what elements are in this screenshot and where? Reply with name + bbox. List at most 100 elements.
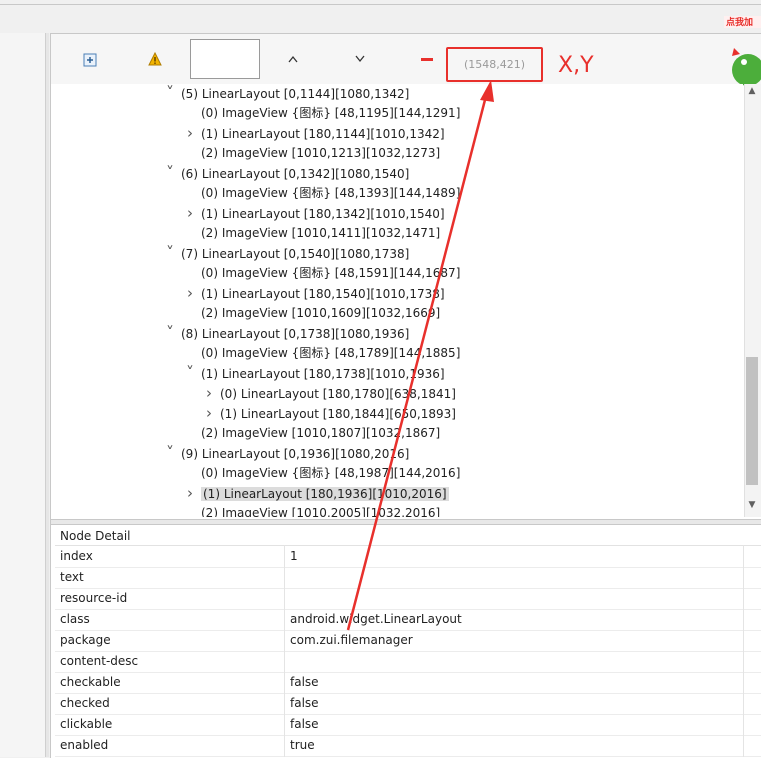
detail-row[interactable]: checkable false <box>55 672 761 694</box>
detail-row[interactable]: package com.zui.filemanager <box>55 630 761 652</box>
detail-value: com.zui.filemanager <box>290 633 413 647</box>
tree-node[interactable]: (2) ImageView [1010,2005][1032,2016] <box>183 503 440 517</box>
next-match-button[interactable] <box>349 48 371 70</box>
detail-value: 1 <box>290 549 298 563</box>
tree-node[interactable]: › (0) LinearLayout [180,1780][638,1841] <box>202 383 456 403</box>
collapse-chevron-icon[interactable]: ˅ <box>163 163 177 183</box>
tree-node[interactable]: (0) ImageView {图标} [48,1987][144,2016] <box>183 463 460 483</box>
tree-node[interactable]: (0) ImageView {图标} [48,1393][144,1489] <box>183 183 460 203</box>
detail-value: false <box>290 675 319 689</box>
detail-key: content-desc <box>60 654 139 668</box>
detail-key: enabled <box>60 738 109 752</box>
detail-value: false <box>290 696 319 710</box>
pane-splitter[interactable] <box>51 519 761 525</box>
ad-text: 点我加 <box>726 18 754 28</box>
tree-node-label: (1) LinearLayout [180,1844][650,1893] <box>220 407 456 421</box>
tree-node-label: (6) LinearLayout [0,1342][1080,1540] <box>181 167 410 181</box>
search-input[interactable] <box>190 39 260 79</box>
expand-all-icon[interactable] <box>79 49 101 71</box>
left-panel <box>0 33 46 757</box>
tree-node-label: (0) ImageView {图标} [48,1591][144,1687] <box>201 266 461 280</box>
detail-row[interactable]: clickable false <box>55 714 761 736</box>
tree-node[interactable]: ˅ (5) LinearLayout [0,1144][1080,1342] <box>163 84 409 103</box>
tree-node[interactable]: ˅ (9) LinearLayout [0,1936][1080,2016] <box>163 443 409 463</box>
scroll-down-icon[interactable]: ▼ <box>744 500 760 514</box>
tree-node-label: (2) ImageView [1010,1213][1032,1273] <box>201 146 441 160</box>
tree-node-label: (0) ImageView {图标} [48,1789][144,1885] <box>201 346 461 360</box>
scrollbar-thumb[interactable] <box>746 357 758 485</box>
expand-chevron-icon[interactable]: › <box>183 483 197 503</box>
annotation-xy-label: X,Y <box>558 53 594 78</box>
detail-key: resource-id <box>60 591 128 605</box>
tree-node-label: (1) LinearLayout [180,1936][1010,2016] <box>201 487 449 501</box>
tree-node-label: (2) ImageView [1010,1411][1032,1471] <box>201 226 441 240</box>
detail-row[interactable]: index 1 <box>55 546 761 568</box>
expand-chevron-icon[interactable]: › <box>183 283 197 303</box>
tree-node-label: (2) ImageView [1010,1609][1032,1669] <box>201 306 441 320</box>
detail-row[interactable]: resource-id <box>55 588 761 610</box>
tree-node[interactable]: › (1) LinearLayout [180,1844][650,1893] <box>202 403 456 423</box>
expand-chevron-icon[interactable]: › <box>183 203 197 223</box>
tree-node-label: (5) LinearLayout [0,1144][1080,1342] <box>181 87 410 101</box>
ui-hierarchy-tree[interactable]: ˅ (5) LinearLayout [0,1144][1080,1342] (0)… <box>51 84 743 517</box>
tree-node-label: (1) LinearLayout [180,1540][1010,1738] <box>201 287 445 301</box>
tree-node[interactable]: ˅ (7) LinearLayout [0,1540][1080,1738] <box>163 243 409 263</box>
detail-row[interactable]: text <box>55 567 761 589</box>
detail-row[interactable]: enabled true <box>55 735 761 757</box>
tree-node[interactable]: (2) ImageView [1010,1807][1032,1867] <box>183 423 440 443</box>
panel-divider[interactable] <box>46 33 49 757</box>
tree-node[interactable]: › (1) LinearLayout [180,1936][1010,2016] <box>183 483 449 503</box>
tree-node[interactable]: ˅ (6) LinearLayout [0,1342][1080,1540] <box>163 163 409 183</box>
tree-node-label: (1) LinearLayout [180,1144][1010,1342] <box>201 127 445 141</box>
warning-icon[interactable] <box>144 48 166 70</box>
tree-node[interactable]: (0) ImageView {图标} [48,1195][144,1291] <box>183 103 460 123</box>
node-detail-table: index 1 text resource-id class android.widget… <box>55 545 761 758</box>
tree-node-label: (7) LinearLayout [0,1540][1080,1738] <box>181 247 410 261</box>
collapse-chevron-icon[interactable]: ˅ <box>163 323 177 343</box>
detail-key: package <box>60 633 111 647</box>
detail-value: true <box>290 738 315 752</box>
detail-key: clickable <box>60 717 113 731</box>
collapse-chevron-icon[interactable]: ˅ <box>163 443 177 463</box>
tree-node-label: (9) LinearLayout [0,1936][1080,2016] <box>181 447 410 461</box>
tree-node[interactable]: (0) ImageView {图标} [48,1789][144,1885] <box>183 343 460 363</box>
tree-node[interactable]: ˅ (8) LinearLayout [0,1738][1080,1936] <box>163 323 409 343</box>
tree-node[interactable]: (2) ImageView [1010,1411][1032,1471] <box>183 223 440 243</box>
tree-node-label: (0) LinearLayout [180,1780][638,1841] <box>220 387 456 401</box>
window-top-border <box>0 4 761 5</box>
detail-key: checkable <box>60 675 121 689</box>
expand-chevron-icon[interactable]: › <box>202 403 216 423</box>
tree-node-label: (0) ImageView {图标} [48,1195][144,1291] <box>201 106 461 120</box>
column-divider <box>743 545 744 757</box>
detail-row[interactable]: content-desc <box>55 651 761 673</box>
tree-node[interactable]: › (1) LinearLayout [180,1144][1010,1342] <box>183 123 445 143</box>
tree-node[interactable]: › (1) LinearLayout [180,1342][1010,1540] <box>183 203 445 223</box>
annotation-minus-mark <box>421 58 433 61</box>
detail-key: class <box>60 612 90 626</box>
column-divider <box>284 545 285 757</box>
node-detail-title: Node Detail <box>60 529 131 543</box>
tree-node[interactable]: › (1) LinearLayout [180,1540][1010,1738] <box>183 283 445 303</box>
collapse-chevron-icon[interactable]: ˅ <box>183 363 197 383</box>
detail-row[interactable]: class android.widget.LinearLayout <box>55 609 761 631</box>
scroll-up-icon[interactable]: ▲ <box>744 86 760 100</box>
tree-node-label: (8) LinearLayout [0,1738][1080,1936] <box>181 327 410 341</box>
coordinate-readout: (1548,421) <box>446 47 543 82</box>
detail-row[interactable]: checked false <box>55 693 761 715</box>
tree-node[interactable]: ˅ (1) LinearLayout [180,1738][1010,1936] <box>183 363 445 383</box>
detail-key: text <box>60 570 84 584</box>
tree-node[interactable]: (0) ImageView {图标} [48,1591][144,1687] <box>183 263 460 283</box>
expand-chevron-icon[interactable]: › <box>202 383 216 403</box>
detail-value: android.widget.LinearLayout <box>290 612 462 626</box>
collapse-chevron-icon[interactable]: ˅ <box>163 84 177 103</box>
expand-chevron-icon[interactable]: › <box>183 123 197 143</box>
tree-node[interactable]: (2) ImageView [1010,1609][1032,1669] <box>183 303 440 323</box>
tree-node[interactable]: (2) ImageView [1010,1213][1032,1273] <box>183 143 440 163</box>
tree-node-label: (2) ImageView [1010,1807][1032,1867] <box>201 426 441 440</box>
previous-match-button[interactable] <box>282 48 304 70</box>
tree-node-label: (0) ImageView {图标} [48,1393][144,1489] <box>201 186 461 200</box>
tree-node-label: (2) ImageView [1010,2005][1032,2016] <box>201 506 441 517</box>
detail-value: false <box>290 717 319 731</box>
detail-key: index <box>60 549 93 563</box>
collapse-chevron-icon[interactable]: ˅ <box>163 243 177 263</box>
